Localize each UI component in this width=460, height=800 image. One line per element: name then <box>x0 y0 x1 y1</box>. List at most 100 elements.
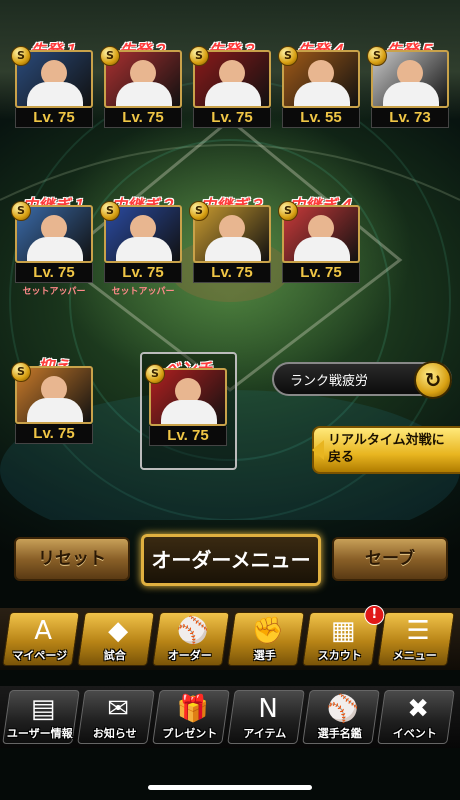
player-name: コルニエル <box>284 261 360 263</box>
return-realtime-label-line1: リアルタイム対戦に <box>328 433 445 448</box>
player-level: Lv. 55 <box>282 108 360 128</box>
player-level: Lv. 75 <box>15 424 93 444</box>
player-uniform-image <box>294 82 350 106</box>
s-rank-badge-icon: S <box>367 46 387 66</box>
nav-label: お知らせ <box>92 727 137 740</box>
player-level: Lv. 75 <box>149 426 227 446</box>
player-uniform-image <box>161 400 217 424</box>
player-name: 千 賀 <box>195 106 271 108</box>
save-button[interactable]: セーブ <box>332 537 448 581</box>
nav-label: 選手名鑑 <box>317 727 362 740</box>
nav-icon: ✖ <box>407 694 430 724</box>
main-navigation-bar: A マイページ ◆ 試合 ⚾ オーダー ✊ 選手 ▦ スカウト! ☰ メニュー <box>0 605 460 670</box>
nav-label: アイテム <box>243 727 287 740</box>
order-menu-button[interactable]: オーダーメニュー <box>141 534 321 586</box>
nav-main-5[interactable]: ▦ スカウト! <box>302 605 385 666</box>
player-level: Lv. 75 <box>104 263 182 283</box>
closer-card[interactable]: 抑え澤 村SLv. 75 <box>11 357 93 444</box>
player-name: 外木場 <box>373 106 449 108</box>
player-uniform-image <box>116 237 172 261</box>
nav-icon: ✊ <box>251 616 285 646</box>
player-level: Lv. 75 <box>282 263 360 283</box>
player-level: Lv. 75 <box>193 263 271 283</box>
player-level: Lv. 73 <box>371 108 449 128</box>
rank-fatigue-panel[interactable]: ランク戦疲労 ↻ <box>272 361 452 399</box>
reliever-3-card[interactable]: 中継ぎ３金 田SLv. 75 <box>189 196 271 284</box>
s-rank-badge-icon: S <box>189 46 209 66</box>
s-rank-badge-icon: S <box>278 46 298 66</box>
nav-icon: 🎁 <box>176 694 210 724</box>
s-rank-badge-icon: S <box>11 46 31 66</box>
nav-icon: ▤ <box>30 694 56 724</box>
s-rank-badge-icon: S <box>100 201 120 221</box>
nav-label: 選手 <box>253 649 276 662</box>
nav-icon: ✉ <box>107 694 130 724</box>
nav-sub-5[interactable]: ⚾ 選手名鑑 <box>302 690 380 744</box>
nav-label: イベント <box>392 727 437 740</box>
player-uniform-image <box>27 237 83 261</box>
s-rank-badge-icon: S <box>145 364 165 384</box>
reliever-2-card[interactable]: 中継ぎ２宮 西SLv. 75セットアッパー <box>100 196 182 297</box>
nav-icon: A <box>34 616 53 646</box>
nav-sub-1[interactable]: ▤ ユーザー情報 <box>2 690 80 744</box>
nav-main-6[interactable]: ☰ メニュー <box>377 612 455 666</box>
order-screen: ランク戦疲労 ↻ リアルタイム対戦に 戻る リセット オーダーメニュー セーブ … <box>0 0 460 800</box>
player-uniform-image <box>383 82 439 106</box>
reliever-4-card[interactable]: 中継ぎ４コルニエルSLv. 75 <box>278 196 360 284</box>
player-role: セットアッパー <box>111 287 175 297</box>
player-role: セットアッパー <box>22 287 86 297</box>
nav-icon: N <box>258 694 278 724</box>
home-indicator[interactable] <box>148 785 312 790</box>
starter-5-card[interactable]: 先発５外木場SLv. 73 <box>367 41 449 128</box>
return-realtime-label-line2: 戻る <box>328 450 355 465</box>
nav-main-1[interactable]: A マイページ <box>2 612 80 666</box>
s-rank-badge-icon: S <box>11 201 31 221</box>
nav-label: ユーザー情報 <box>6 727 73 740</box>
player-uniform-image <box>294 237 350 261</box>
player-name: 金 田 <box>195 261 271 263</box>
nav-main-3[interactable]: ⚾ オーダー <box>152 612 230 666</box>
return-realtime-button[interactable]: リアルタイム対戦に 戻る <box>312 426 460 474</box>
starter-4-card[interactable]: 先発４山 岡SLv. 55 <box>278 41 360 128</box>
starter-2-card[interactable]: 先発２有 原SLv. 75 <box>100 41 182 128</box>
player-name: 澤 村 <box>17 422 93 424</box>
nav-icon: ⚾ <box>176 616 210 646</box>
player-level: Lv. 75 <box>104 108 182 128</box>
starter-3-card[interactable]: 先発３千 賀SLv. 75 <box>189 41 271 128</box>
player-uniform-image <box>27 398 83 422</box>
player-name: 中 川 <box>17 261 93 263</box>
refresh-icon[interactable]: ↻ <box>414 361 452 399</box>
nav-main-4[interactable]: ✊ 選手 <box>227 612 305 666</box>
nav-sub-2[interactable]: ✉ お知らせ <box>77 690 155 744</box>
player-level: Lv. 75 <box>193 108 271 128</box>
nav-label: プレゼント <box>162 727 218 740</box>
nav-main-2[interactable]: ◆ 試合 <box>77 612 155 666</box>
nav-icon: ☰ <box>406 616 430 646</box>
reset-button[interactable]: リセット <box>14 537 130 581</box>
s-rank-badge-icon: S <box>11 362 31 382</box>
nav-sub-4[interactable]: N アイテム <box>227 690 305 744</box>
s-rank-badge-icon: S <box>100 46 120 66</box>
player-name: 有 原 <box>106 106 182 108</box>
player-level: Lv. 75 <box>15 108 93 128</box>
notification-badge: ! <box>364 605 385 625</box>
reliever-1-card[interactable]: 中継ぎ１中 川SLv. 75セットアッパー <box>11 196 93 297</box>
nav-label: マイページ <box>12 649 68 662</box>
nav-label: メニュー <box>392 649 437 662</box>
nav-icon: ◆ <box>108 616 129 646</box>
rank-fatigue-label: ランク戦疲労 <box>290 374 369 389</box>
starter-1-card[interactable]: 先発１大 谷SLv. 75 <box>11 41 93 128</box>
nav-label: オーダー <box>167 649 212 662</box>
player-name: 山 本 <box>151 424 227 426</box>
bench-card[interactable]: ベンチ山 本SLv. 75 <box>145 359 227 446</box>
player-name: 山 岡 <box>284 106 360 108</box>
player-uniform-image <box>205 82 261 106</box>
player-name: 宮 西 <box>106 261 182 263</box>
nav-icon: ⚾ <box>326 694 360 724</box>
nav-sub-6[interactable]: ✖ イベント <box>377 690 455 744</box>
player-uniform-image <box>116 82 172 106</box>
nav-sub-3[interactable]: 🎁 プレゼント <box>152 690 230 744</box>
sub-navigation-bar: ▤ ユーザー情報 ✉ お知らせ 🎁 プレゼント N アイテム ⚾ 選手名鑑 ✖ イベント <box>0 686 460 748</box>
s-rank-badge-icon: S <box>189 201 209 221</box>
player-uniform-image <box>27 82 83 106</box>
